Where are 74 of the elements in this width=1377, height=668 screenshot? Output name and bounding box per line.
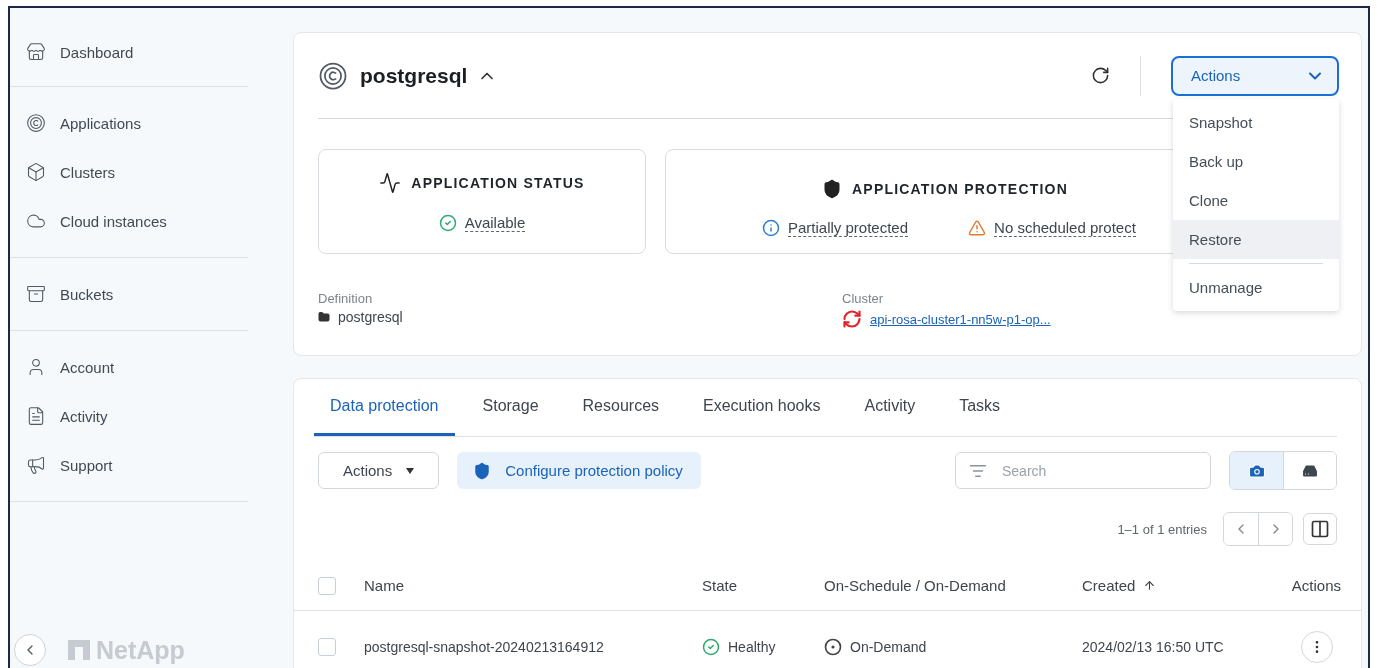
tab[interactable]: Tasks [943, 379, 1017, 436]
list-icon [26, 406, 46, 426]
column-header[interactable]: State [702, 577, 824, 594]
refresh-button[interactable] [1091, 66, 1110, 85]
menu-item[interactable]: Snapshot [1173, 103, 1339, 142]
column-header[interactable]: Actions [1261, 577, 1341, 594]
tab[interactable]: Activity [848, 379, 932, 436]
table-cell-text: postgresql-snapshot-20240213164912 [364, 639, 605, 655]
row-actions-button[interactable] [1301, 631, 1333, 663]
target-icon [824, 638, 842, 656]
card-title: APPLICATION STATUS [411, 174, 585, 191]
trigger-text: On-Demand [850, 639, 927, 655]
definition-value: postgresql [338, 309, 403, 325]
menu-item[interactable]: Unmanage [1173, 268, 1339, 307]
protection-status: No scheduled protect [994, 218, 1136, 237]
checkbox[interactable] [318, 576, 336, 595]
menu-item[interactable]: Back up [1173, 142, 1339, 181]
menu-item[interactable]: Restore [1173, 220, 1339, 259]
spiral-icon [318, 60, 348, 91]
field-label: Definition [318, 291, 374, 306]
storefront-icon [26, 42, 46, 62]
table-cell-text: 2024/02/13 16:50 UTC [1082, 639, 1225, 655]
sidebar-item[interactable]: Activity [10, 396, 248, 436]
protection-status: Partially protected [788, 218, 909, 237]
shield-icon [473, 461, 492, 480]
camera-icon [1247, 461, 1266, 480]
sidebar-item[interactable]: Dashboard [10, 32, 248, 72]
state-text: Healthy [728, 639, 776, 655]
app-title: postgresql [360, 63, 468, 88]
logo-icon [68, 640, 90, 660]
tab[interactable]: Storage [466, 379, 555, 436]
caret-icon [406, 467, 415, 474]
column-header[interactable]: Name [364, 577, 702, 594]
status-text: Available [464, 213, 526, 232]
column-header[interactable]: On-Schedule / On-Demand [824, 577, 1082, 594]
columns-button[interactable] [1303, 513, 1337, 545]
shield-icon [822, 178, 843, 199]
configure-policy-button[interactable]: Configure protection policy [457, 452, 701, 489]
actions-button[interactable]: Actions [318, 452, 440, 489]
actions-dropdown[interactable]: Actions [1171, 55, 1339, 96]
sidebar-item[interactable]: Buckets [10, 274, 248, 314]
tab[interactable]: Resources [566, 379, 676, 436]
info-icon [762, 218, 780, 237]
check-circle-icon [438, 213, 457, 232]
megaphone-icon [26, 455, 46, 475]
sync-icon [842, 309, 862, 329]
folder-icon [318, 311, 330, 323]
sidebar-item[interactable]: Support [10, 445, 248, 485]
menu-item[interactable]: Clone [1173, 181, 1339, 220]
search-field[interactable]: Search [955, 452, 1211, 489]
tab[interactable]: Data protection [314, 379, 455, 436]
filter-icon [969, 462, 987, 480]
cube-icon [26, 162, 46, 182]
checkbox[interactable] [318, 638, 336, 656]
sidebar-item[interactable]: Clusters [10, 152, 248, 192]
sidebar-item[interactable]: Applications [10, 103, 248, 143]
warning-icon [968, 218, 987, 237]
check-circle-icon [702, 638, 720, 656]
refresh-icon [1091, 66, 1110, 85]
pulse-icon [379, 171, 402, 194]
columns-icon [1310, 519, 1330, 539]
collapse-button[interactable] [14, 634, 46, 666]
card-title: APPLICATION PROTECTION [852, 180, 1068, 197]
field-label: Cluster [842, 291, 885, 306]
cluster-link[interactable]: api-rosa-cluster1-nn5w-p1-op... [870, 311, 1051, 327]
sidebar-item[interactable]: Cloud instances [10, 201, 248, 241]
spiral-icon [26, 113, 46, 133]
sidebar-item[interactable]: Account [10, 347, 248, 387]
drive-view-button[interactable] [1283, 452, 1336, 489]
next-page-button[interactable] [1258, 513, 1292, 545]
camera-view-button[interactable] [1230, 452, 1283, 489]
entries-count: 1–1 of 1 entries [1117, 521, 1207, 537]
column-header[interactable]: Created [1082, 577, 1261, 594]
tab[interactable]: Execution hooks [687, 379, 837, 436]
